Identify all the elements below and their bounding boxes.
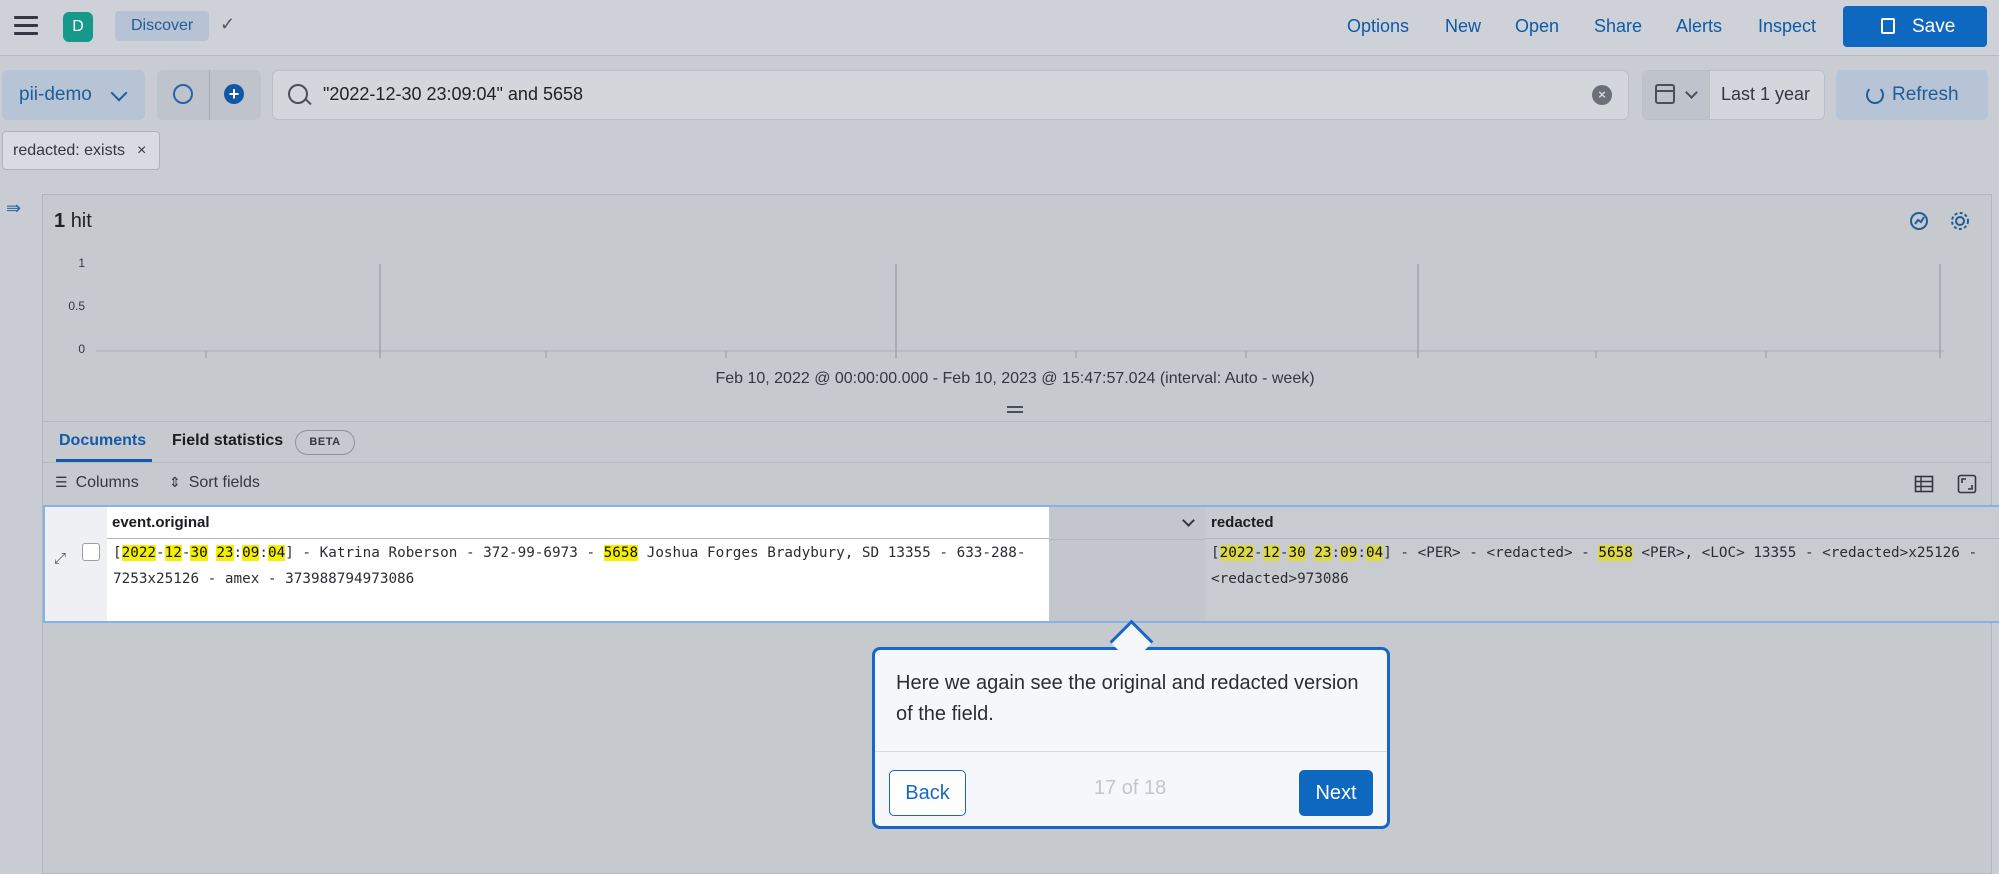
sort-fields-label: Sort fields — [188, 474, 260, 491]
density-icon[interactable] — [1914, 474, 1934, 494]
resize-handle[interactable] — [1007, 406, 1023, 416]
data-view-picker[interactable]: pii-demo — [2, 70, 145, 120]
fullscreen-icon[interactable] — [1957, 474, 1977, 494]
refresh-button[interactable]: Refresh — [1836, 70, 1988, 120]
tour-message: Here we again see the original and redac… — [896, 672, 1359, 725]
chevron-down-icon[interactable] — [1182, 514, 1195, 527]
columns-button[interactable]: ☰ Columns — [55, 474, 139, 492]
save-button[interactable]: Save — [1843, 6, 1987, 47]
filter-icon[interactable] — [173, 84, 193, 104]
y-tick-0.5: 0.5 — [68, 299, 85, 313]
close-icon[interactable]: × — [137, 132, 146, 169]
hits-count: 1 — [54, 210, 66, 232]
add-filter-icon[interactable]: + — [224, 84, 244, 104]
quick-menu-button[interactable] — [1643, 71, 1710, 119]
row-checkbox[interactable] — [82, 543, 100, 561]
date-range-label[interactable]: Last 1 year — [1721, 84, 1810, 105]
refresh-icon — [1866, 86, 1884, 104]
share-link[interactable]: Share — [1594, 16, 1642, 37]
tour-step-counter: 17 of 18 — [1094, 777, 1167, 799]
y-tick-0: 0 — [78, 342, 85, 356]
list-icon: ☰ — [55, 474, 68, 490]
open-link[interactable]: Open — [1515, 16, 1559, 37]
cell-redacted: [2022-12-30 23:09:04] - <PER> - <redacte… — [1211, 545, 1978, 587]
query-text[interactable]: "2022-12-30 23:09:04" and 5658 — [323, 84, 583, 105]
next-button[interactable]: Next — [1299, 770, 1373, 816]
new-link[interactable]: New — [1445, 16, 1481, 37]
sidebar-toggle-icon[interactable]: ⇛ — [6, 198, 21, 219]
menu-icon[interactable] — [14, 16, 38, 36]
expand-icon[interactable]: ⤢ — [54, 550, 66, 567]
data-view-name: pii-demo — [19, 84, 92, 105]
space-avatar[interactable]: D — [63, 12, 93, 42]
hits-counter: 1 hit — [54, 210, 92, 233]
tab-documents[interactable]: Documents — [59, 432, 146, 450]
y-tick-1: 1 — [78, 256, 85, 270]
clear-icon[interactable]: × — [1592, 85, 1612, 105]
calendar-icon — [1655, 84, 1675, 104]
options-link[interactable]: Options — [1347, 16, 1409, 37]
hits-label: hit — [70, 210, 92, 232]
alerts-link[interactable]: Alerts — [1676, 16, 1722, 37]
data-grid: ⤢ event.original redacted [2022-12-30 23… — [43, 505, 1999, 623]
filter-actions: + — [157, 70, 261, 120]
beta-badge: BETA — [295, 430, 355, 455]
inspect-link[interactable]: Inspect — [1758, 16, 1816, 37]
tab-field-statistics[interactable]: Field statistics — [172, 432, 283, 450]
save-icon — [1881, 18, 1895, 34]
filter-pill[interactable]: redacted: exists × — [2, 131, 160, 170]
histogram-time-range: Feb 10, 2022 @ 00:00:00.000 - Feb 10, 20… — [715, 370, 1315, 387]
column-header-redacted[interactable]: redacted — [1205, 507, 1999, 539]
sort-fields-button[interactable]: ⇕ Sort fields — [169, 474, 260, 492]
sort-icon: ⇕ — [169, 474, 181, 490]
save-label: Save — [1912, 16, 1956, 37]
breadcrumb-discover[interactable]: Discover — [115, 11, 210, 41]
chevron-down-icon — [1685, 86, 1698, 99]
filter-pill-label: redacted: exists — [13, 142, 126, 159]
chevron-down-icon — [110, 84, 128, 102]
search-icon — [288, 84, 308, 104]
columns-label: Columns — [75, 474, 139, 491]
check-icon: ✓ — [220, 14, 236, 34]
query-input[interactable]: "2022-12-30 23:09:04" and 5658 × — [272, 70, 1629, 120]
refresh-label: Refresh — [1892, 84, 1959, 105]
date-picker[interactable]: Last 1 year — [1642, 70, 1825, 120]
gear-icon[interactable] — [1949, 210, 1971, 232]
cell-event-original: [2022-12-30 23:09:04] - Katrina Roberson… — [113, 545, 1026, 587]
row-controls: ⤢ — [45, 507, 108, 621]
chart-options-icon[interactable] — [1908, 210, 1930, 232]
histogram-chart — [96, 264, 1944, 358]
column-header-event-original[interactable]: event.original — [107, 507, 1049, 539]
back-button[interactable]: Back — [889, 770, 966, 816]
column-header-actions[interactable] — [1049, 507, 1205, 540]
